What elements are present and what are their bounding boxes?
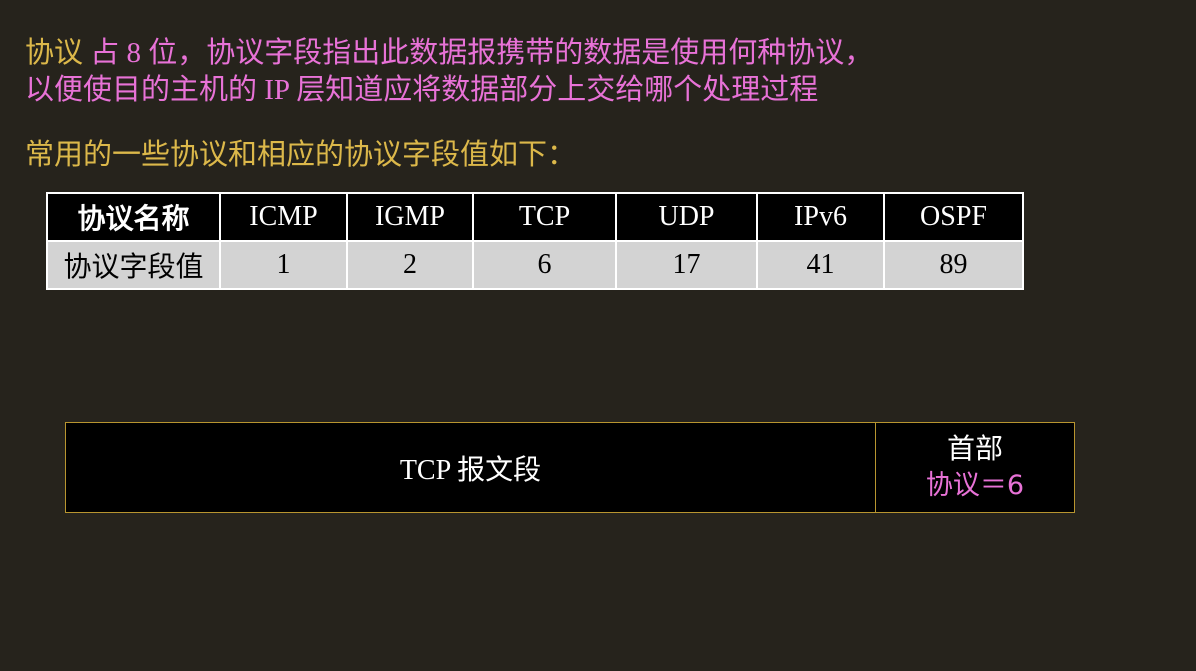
value-cell-udp: 17	[615, 240, 758, 290]
header-cell-igmp: IGMP	[346, 192, 474, 242]
intro-line-1-text: 占 8 位，协议字段指出此数据报携带的数据是使用何种协议，	[83, 37, 874, 69]
value-cell-icmp: 1	[219, 240, 348, 290]
table-value-row: 协议字段值 1 2 6 17 41 89	[46, 240, 1024, 290]
value-cell-ospf: 89	[883, 240, 1024, 290]
header-cell-ospf: OSPF	[883, 192, 1024, 242]
header-cell-ipv6: IPv6	[756, 192, 885, 242]
header-cell-icmp: ICMP	[219, 192, 348, 242]
intro-highlight: 协议	[25, 37, 84, 69]
header-label-cell: 协议名称	[46, 192, 221, 242]
protocol-value-table: 协议名称 ICMP IGMP TCP UDP IPv6 OSPF 协议字段值 1…	[46, 192, 1024, 290]
protocol-field-value: 协议＝6	[925, 469, 1025, 501]
intro-line-2: 以便使目的主机的 IP 层知道应将数据部分上交给哪个处理过程	[25, 74, 819, 106]
value-label-cell: 协议字段值	[46, 240, 221, 290]
value-cell-igmp: 2	[346, 240, 474, 290]
header-title: 首部	[946, 433, 1003, 465]
ip-header-segment: 首部 协议＝6	[875, 423, 1074, 512]
header-cell-tcp: TCP	[472, 192, 617, 242]
payload-segment: TCP 报文段	[399, 454, 542, 486]
intro-line-3: 常用的一些协议和相应的协议字段值如下：	[25, 139, 577, 171]
intro-line-1: 协议 占 8 位，协议字段指出此数据报携带的数据是使用何种协议，	[25, 35, 873, 71]
header-cell-udp: UDP	[615, 192, 758, 242]
ip-datagram-diagram: TCP 报文段 首部 协议＝6	[65, 422, 1075, 513]
table-header-row: 协议名称 ICMP IGMP TCP UDP IPv6 OSPF	[46, 192, 1024, 242]
value-cell-ipv6: 41	[756, 240, 885, 290]
value-cell-tcp: 6	[472, 240, 617, 290]
